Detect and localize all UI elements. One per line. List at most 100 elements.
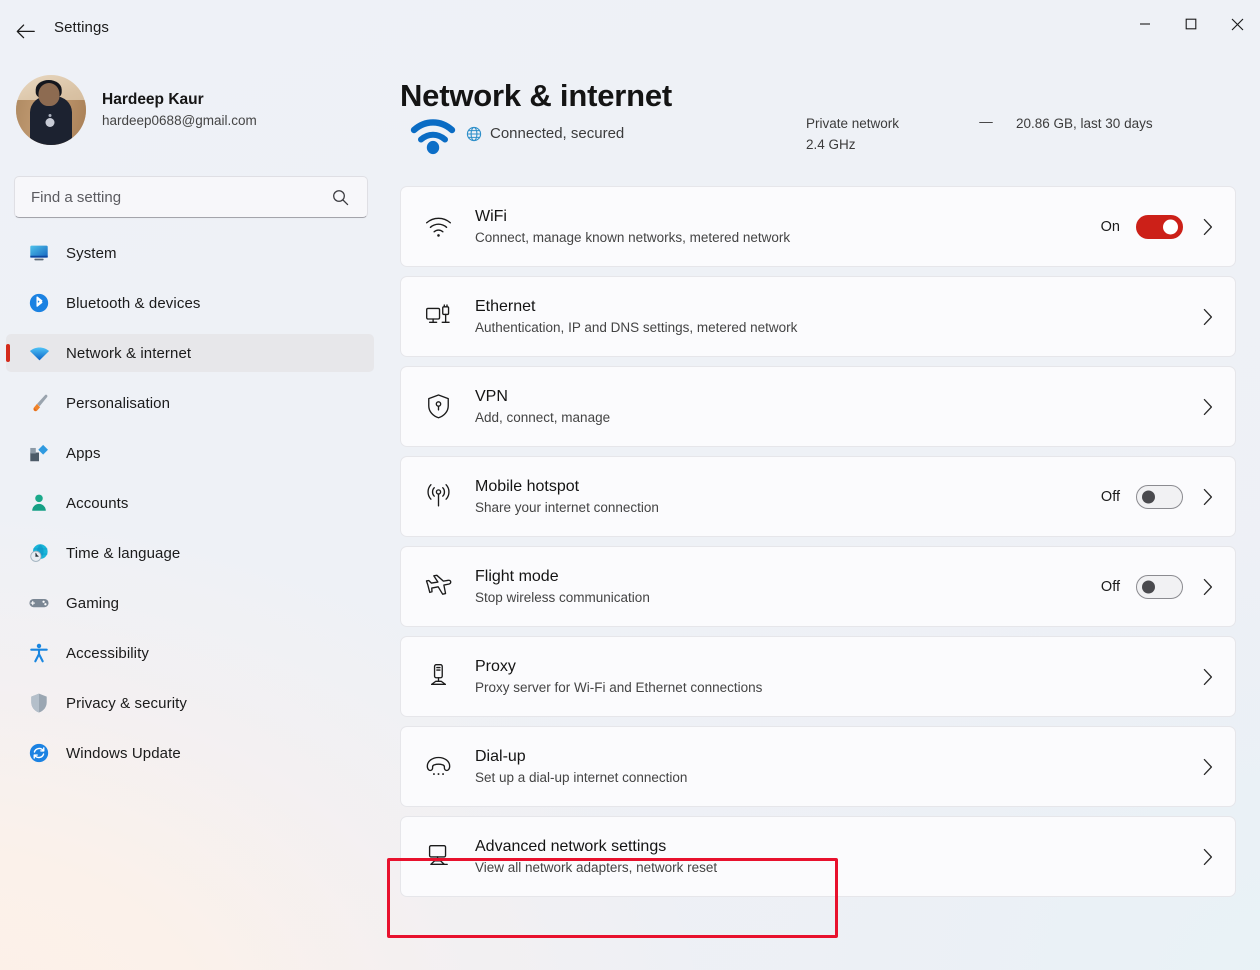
sidebar-item-label: Gaming [66, 595, 119, 612]
row-subtitle: Add, connect, manage [475, 408, 1199, 428]
row-subtitle: Share your internet connection [475, 498, 1101, 518]
close-icon [1231, 18, 1244, 31]
row-title: Mobile hotspot [475, 475, 1101, 498]
app-title: Settings [54, 19, 109, 36]
row-subtitle: Authentication, IP and DNS settings, met… [475, 318, 1199, 338]
close-button[interactable] [1214, 0, 1260, 48]
search-box[interactable] [14, 176, 368, 218]
sidebar-item-label: Time & language [66, 545, 180, 562]
maximize-button[interactable] [1168, 0, 1214, 48]
avatar [16, 75, 86, 145]
sidebar-item-personalisation[interactable]: Personalisation [6, 384, 374, 422]
system-icon [27, 241, 51, 265]
wifi-icon [401, 212, 475, 241]
airplane-icon [401, 572, 475, 601]
sidebar-item-accessibility[interactable]: Accessibility [6, 634, 374, 672]
person-icon [27, 491, 51, 515]
row-subtitle: Connect, manage known networks, metered … [475, 228, 1101, 248]
row-subtitle: Stop wireless communication [475, 588, 1101, 608]
toggle-switch[interactable] [1136, 485, 1183, 509]
chevron-right-icon [1199, 308, 1217, 326]
sidebar: Hardeep Kaur hardeep0688@gmail.com Syste… [0, 64, 384, 970]
page-title: Network & internet [384, 64, 1260, 114]
settings-row-dial-up[interactable]: Dial-upSet up a dial-up internet connect… [400, 726, 1236, 807]
sidebar-item-label: System [66, 245, 117, 262]
advanced-network-icon [401, 842, 475, 871]
sidebar-item-label: Bluetooth & devices [66, 295, 200, 312]
sidebar-item-system[interactable]: System [6, 234, 374, 272]
vpn-shield-icon [401, 392, 475, 421]
toggle-state-label: Off [1101, 579, 1120, 595]
accessibility-icon [27, 641, 51, 665]
toggle-state-label: On [1101, 219, 1120, 235]
sidebar-item-windows-update[interactable]: Windows Update [6, 734, 374, 772]
settings-window: Settings [0, 0, 1260, 970]
settings-row-advanced-network-settings[interactable]: Advanced network settingsView all networ… [400, 816, 1236, 897]
toggle-state-label: Off [1101, 489, 1120, 505]
sidebar-item-gaming[interactable]: Gaming [6, 584, 374, 622]
settings-row-wifi[interactable]: WiFiConnect, manage known networks, mete… [400, 186, 1236, 267]
update-icon [27, 741, 51, 765]
network-status-text: Connected, secured [490, 123, 624, 146]
chevron-right-icon [1199, 578, 1217, 596]
account-block[interactable]: Hardeep Kaur hardeep0688@gmail.com [0, 64, 384, 150]
minimize-icon [1139, 18, 1151, 30]
main-content: Network & internet [384, 64, 1260, 970]
toggle-switch[interactable] [1136, 215, 1183, 239]
bluetooth-icon [27, 291, 51, 315]
gamepad-icon [27, 591, 51, 615]
chevron-right-icon [1199, 488, 1217, 506]
settings-row-ethernet[interactable]: EthernetAuthentication, IP and DNS setti… [400, 276, 1236, 357]
settings-row-mobile-hotspot[interactable]: Mobile hotspotShare your internet connec… [400, 456, 1236, 537]
brush-icon [27, 391, 51, 415]
sidebar-item-apps[interactable]: Apps [6, 434, 374, 472]
sidebar-item-network-internet[interactable]: Network & internet [6, 334, 374, 372]
sidebar-item-label: Apps [66, 445, 101, 462]
selected-accent-bar [6, 344, 10, 362]
sidebar-nav: System Bluetooth & devices Network & inter… [0, 234, 384, 772]
apps-icon [27, 441, 51, 465]
sidebar-item-privacy-security[interactable]: Privacy & security [6, 684, 374, 722]
sidebar-item-time-language[interactable]: Time & language [6, 534, 374, 572]
row-subtitle: Proxy server for Wi-Fi and Ethernet conn… [475, 678, 1199, 698]
network-status: Connected, secured [466, 123, 806, 146]
settings-row-flight-mode[interactable]: Flight modeStop wireless communicationOf… [400, 546, 1236, 627]
chevron-right-icon [1199, 218, 1217, 236]
sidebar-item-label: Accessibility [66, 645, 149, 662]
search-input[interactable] [15, 189, 332, 206]
hotspot-icon [401, 482, 475, 511]
sidebar-item-bluetooth-devices[interactable]: Bluetooth & devices [6, 284, 374, 322]
network-band: 2.4 GHz [806, 135, 956, 156]
network-type: Private network [806, 118, 956, 135]
toggle-switch[interactable] [1136, 575, 1183, 599]
chevron-right-icon [1199, 758, 1217, 776]
settings-row-vpn[interactable]: VPNAdd, connect, manage [400, 366, 1236, 447]
window-controls [1122, 0, 1260, 48]
row-subtitle: Set up a dial-up internet connection [475, 768, 1199, 788]
sidebar-item-label: Network & internet [66, 345, 191, 362]
minimize-button[interactable] [1122, 0, 1168, 48]
account-name: Hardeep Kaur [102, 90, 257, 111]
back-arrow-icon [16, 24, 35, 39]
account-email: hardeep0688@gmail.com [102, 111, 257, 131]
sidebar-item-label: Privacy & security [66, 695, 187, 712]
maximize-icon [1185, 18, 1197, 30]
wifi-blue-icon [400, 118, 466, 155]
row-title: Proxy [475, 655, 1199, 678]
row-subtitle: View all network adapters, network reset [475, 858, 1199, 878]
settings-row-proxy[interactable]: ProxyProxy server for Wi-Fi and Ethernet… [400, 636, 1236, 717]
wifi-icon [27, 341, 51, 365]
clock-globe-icon [27, 541, 51, 565]
chevron-right-icon [1199, 668, 1217, 686]
current-network-summary[interactable]: Connected, secured Private network 2.4 G… [384, 118, 1260, 180]
proxy-server-icon [401, 662, 475, 691]
title-bar: Settings [0, 0, 1260, 64]
row-title: Ethernet [475, 295, 1199, 318]
ethernet-icon [401, 302, 475, 331]
sidebar-item-accounts[interactable]: Accounts [6, 484, 374, 522]
row-title: Advanced network settings [475, 835, 1199, 858]
globe-icon [466, 126, 482, 142]
search-icon[interactable] [332, 189, 367, 206]
back-button[interactable] [6, 12, 44, 50]
sidebar-item-label: Accounts [66, 495, 129, 512]
